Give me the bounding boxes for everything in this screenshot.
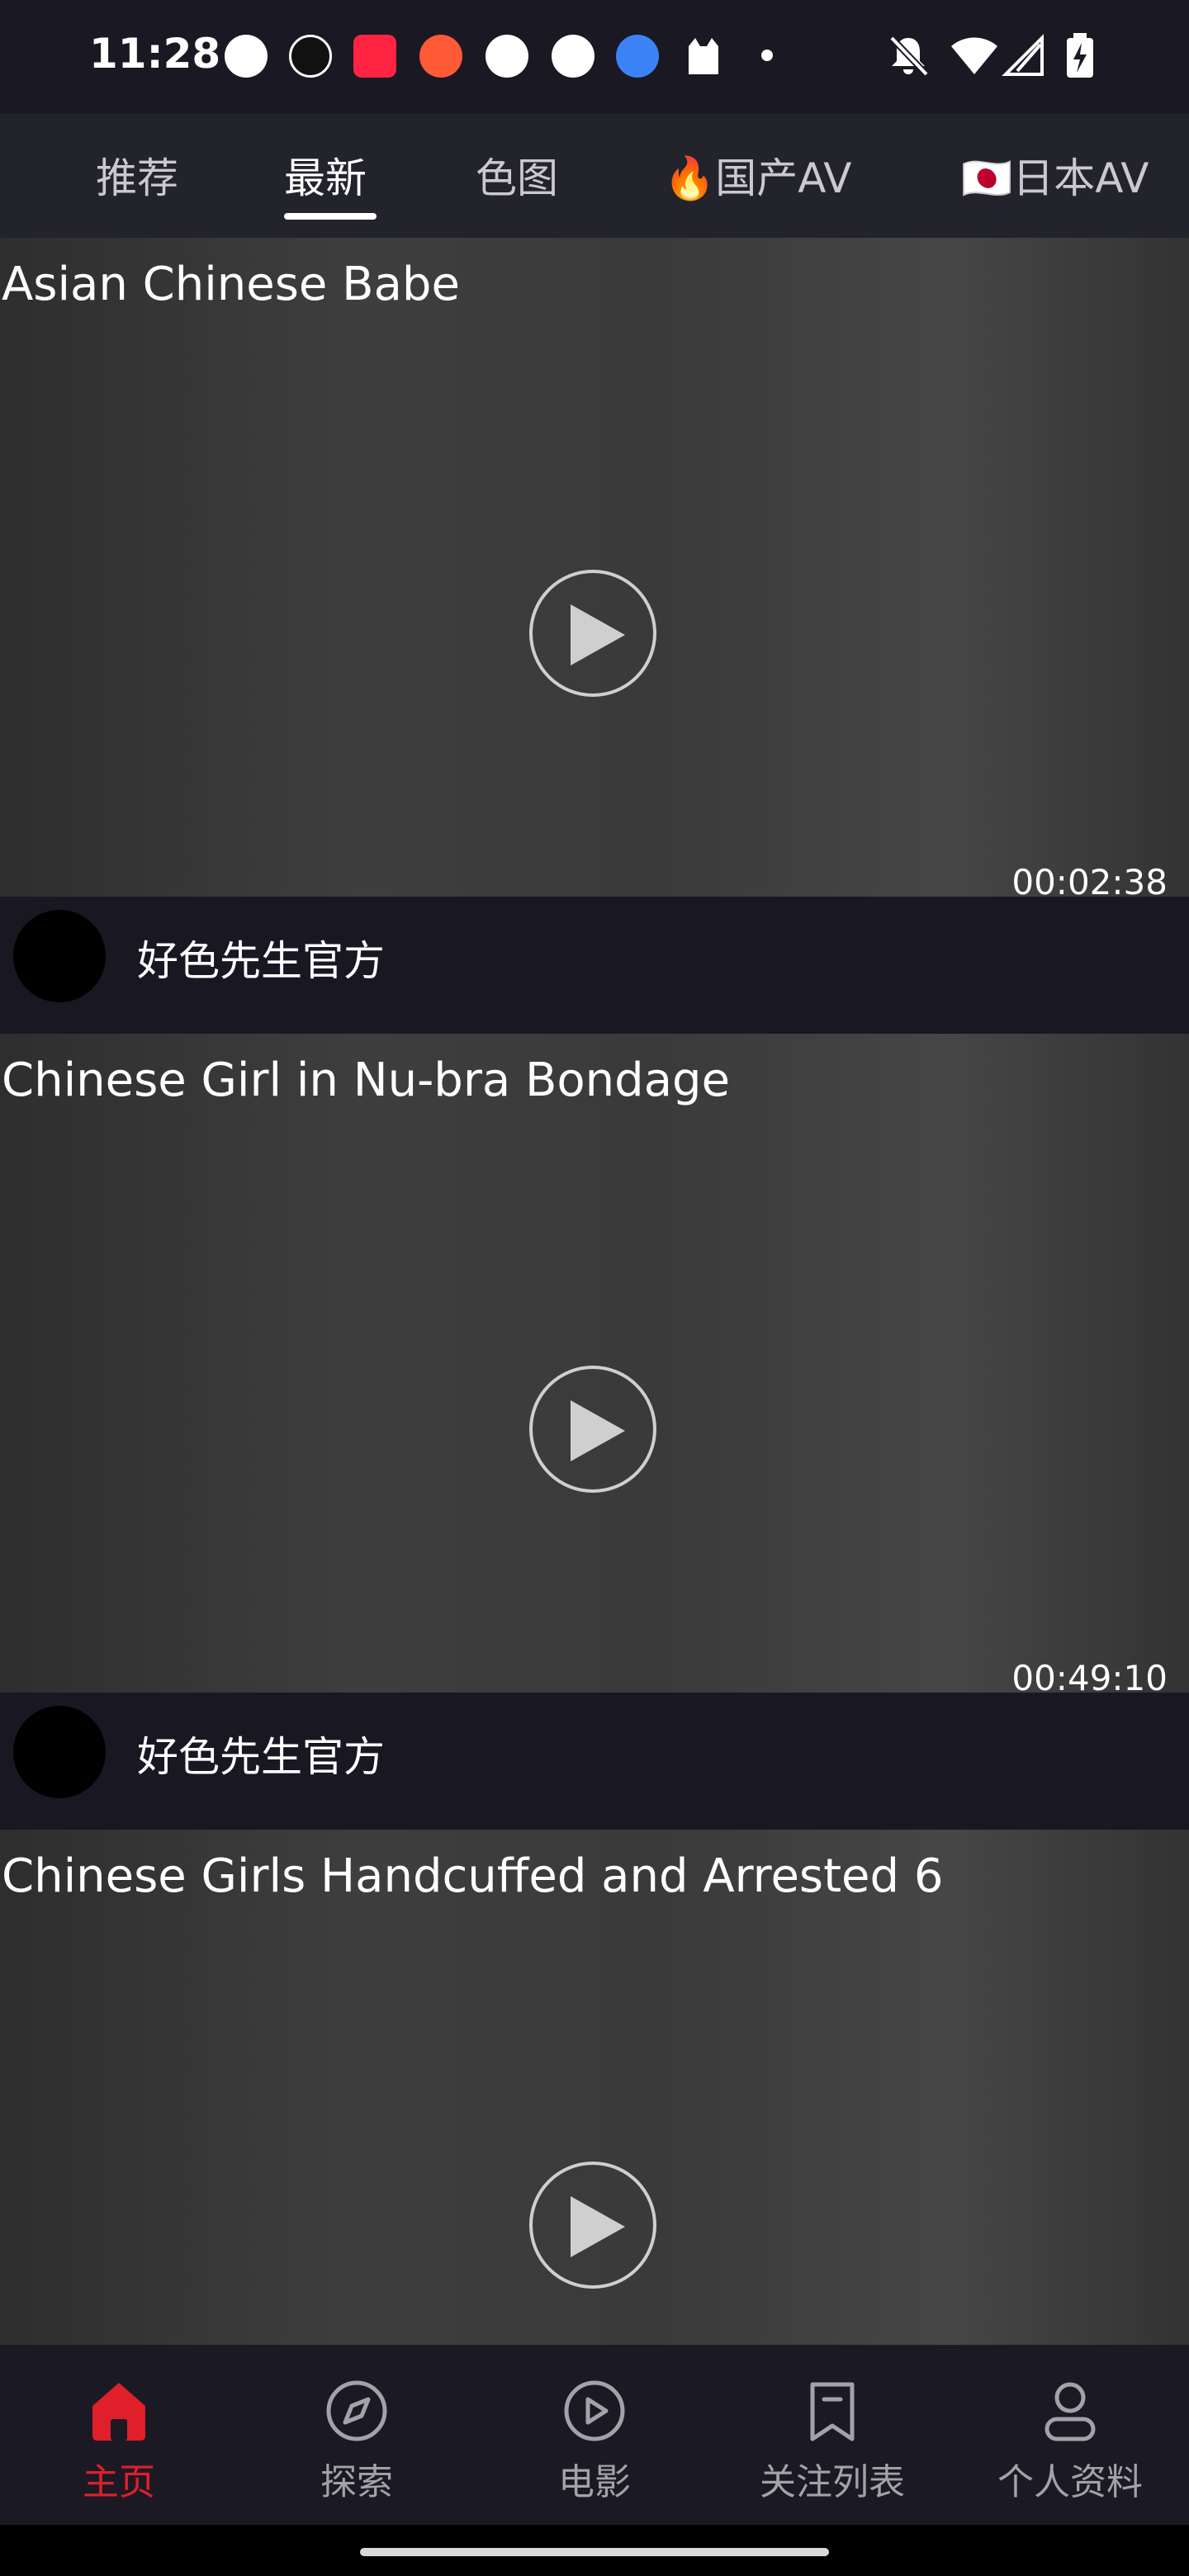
category-tabs: 推荐 最新 色图 🔥国产AV 🇯🇵日本AV bbox=[0, 114, 1189, 238]
play-icon bbox=[571, 1400, 625, 1461]
cat-app-icon bbox=[682, 35, 725, 78]
play-button[interactable] bbox=[529, 2162, 656, 2289]
play-button[interactable] bbox=[529, 1366, 656, 1493]
nav-movies[interactable]: 电影 bbox=[476, 2345, 713, 2525]
author-name[interactable]: 好色先生官方 bbox=[137, 928, 385, 987]
nav-profile-label: 个人资料 bbox=[997, 2461, 1143, 2503]
active-tab-indicator bbox=[284, 213, 377, 220]
tab-domestic-av[interactable]: 🔥国产AV bbox=[664, 145, 851, 205]
tab-japanese-av[interactable]: 🇯🇵日本AV bbox=[961, 145, 1149, 205]
app-notification-icon bbox=[486, 35, 528, 78]
bottom-navigation: 主页 探索 电影 关注列表 个人资料 bbox=[0, 2345, 1189, 2525]
video-thumbnail[interactable]: Chinese Girl in Nu-bra Bondage 00:49:10 bbox=[0, 1034, 1189, 1698]
app-notification-icon bbox=[225, 35, 268, 78]
tab-latest[interactable]: 最新 bbox=[284, 145, 367, 205]
location-icon bbox=[552, 35, 594, 78]
nav-home[interactable]: 主页 bbox=[0, 2345, 238, 2525]
wifi-icon bbox=[951, 37, 997, 74]
nav-home-label: 主页 bbox=[83, 2461, 155, 2503]
play-button[interactable] bbox=[529, 570, 656, 697]
cellular-signal-icon bbox=[1002, 34, 1044, 76]
nav-explore[interactable]: 探索 bbox=[238, 2345, 476, 2525]
avatar[interactable] bbox=[13, 1706, 106, 1798]
status-bar: 11:28 bbox=[0, 0, 1189, 114]
video-title: Asian Chinese Babe bbox=[2, 258, 460, 311]
video-title: Chinese Girls Handcuffed and Arrested 6 bbox=[2, 1849, 944, 1903]
tab-recommended[interactable]: 推荐 bbox=[96, 145, 178, 205]
mute-icon bbox=[889, 36, 929, 77]
avatar[interactable] bbox=[13, 910, 106, 1002]
battery-charging-icon bbox=[1067, 33, 1093, 78]
nav-watchlist[interactable]: 关注列表 bbox=[713, 2345, 951, 2525]
kuaishou-icon bbox=[419, 35, 462, 78]
play-icon bbox=[571, 2196, 625, 2257]
bookmark-icon bbox=[810, 2382, 855, 2441]
home-icon bbox=[92, 2383, 145, 2441]
user-icon bbox=[1045, 2382, 1096, 2441]
nav-profile[interactable]: 个人资料 bbox=[951, 2345, 1189, 2525]
play-circle-icon bbox=[564, 2380, 625, 2441]
more-notifications-dot-icon bbox=[761, 50, 773, 61]
status-time: 11:28 bbox=[89, 30, 221, 78]
xiaohongshu-icon bbox=[353, 35, 396, 78]
nav-watchlist-label: 关注列表 bbox=[760, 2461, 905, 2503]
nav-movies-label: 电影 bbox=[558, 2461, 631, 2503]
home-gesture-bar[interactable] bbox=[360, 2548, 829, 2556]
tab-pictures[interactable]: 色图 bbox=[476, 145, 558, 205]
video-title: Chinese Girl in Nu-bra Bondage bbox=[2, 1054, 731, 1107]
compass-icon bbox=[326, 2380, 387, 2441]
author-row[interactable]: 好色先生官方 bbox=[0, 897, 1189, 1034]
video-thumbnail[interactable]: Asian Chinese Babe 00:02:38 bbox=[0, 238, 1189, 902]
play-icon bbox=[571, 604, 625, 665]
author-name[interactable]: 好色先生官方 bbox=[137, 1724, 385, 1783]
nav-explore-label: 探索 bbox=[320, 2461, 393, 2503]
tiktok-icon bbox=[289, 35, 332, 78]
author-row[interactable]: 好色先生官方 bbox=[0, 1693, 1189, 1830]
infinity-app-icon bbox=[616, 35, 659, 78]
